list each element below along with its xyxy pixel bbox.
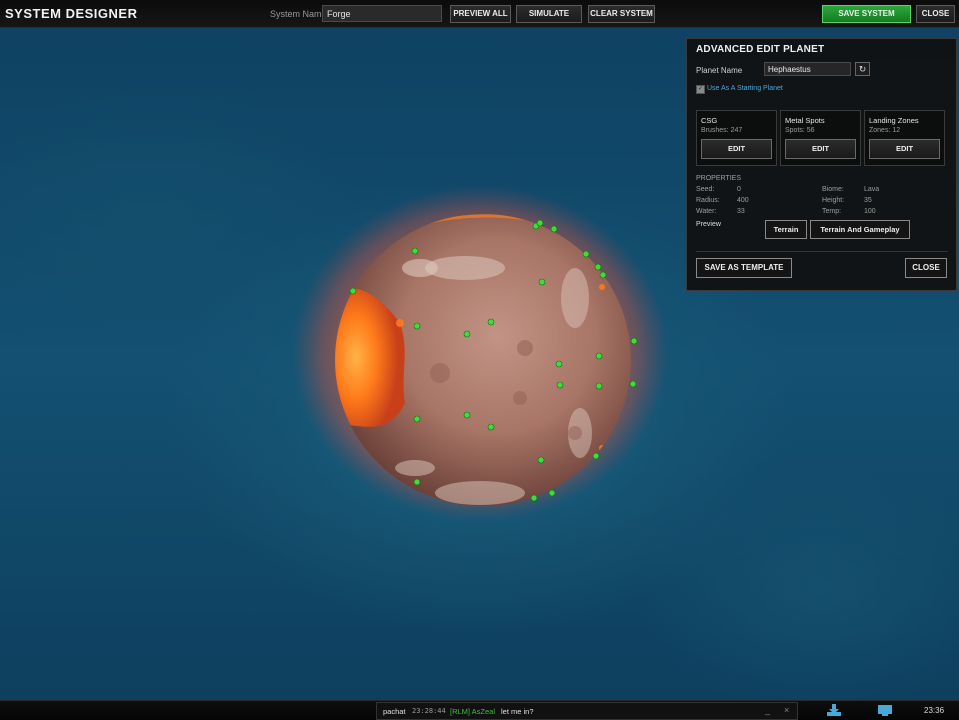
preview-all-button[interactable]: PREVIEW ALL <box>450 5 511 23</box>
metal-spot-marker[interactable] <box>530 494 538 502</box>
advanced-edit-planet-panel: ADVANCED EDIT PLANET Planet Name ↻ ✓ Use… <box>686 38 957 291</box>
preview-label: Preview <box>696 221 721 228</box>
metal-spot-marker[interactable] <box>599 271 607 279</box>
metal-spot-marker[interactable] <box>349 287 357 295</box>
metal-spot-marker[interactable] <box>536 219 544 227</box>
prop-seed-value: 0 <box>737 186 741 193</box>
csg-section: CSG Brushes: 247 EDIT <box>696 110 777 166</box>
metal-spot-marker[interactable] <box>582 250 590 258</box>
metal-spots-title: Metal Spots <box>785 116 825 125</box>
metal-spot-marker[interactable] <box>413 322 421 330</box>
prop-biome-value: Lava <box>864 186 880 193</box>
save-system-button[interactable]: SAVE SYSTEM <box>822 5 911 23</box>
clock: 23:36 <box>924 706 945 715</box>
metal-spot-marker[interactable] <box>595 382 603 390</box>
metal-spot-marker[interactable] <box>413 415 421 423</box>
crater <box>517 340 533 356</box>
prop-temp-value: 100 <box>864 208 876 215</box>
metal-spot-marker[interactable] <box>548 489 556 497</box>
randomize-name-button[interactable]: ↻ <box>855 62 870 76</box>
prop-biome-label: Biome: <box>822 186 844 193</box>
prop-water-value: 33 <box>737 208 745 215</box>
starting-planet-label[interactable]: Use As A Starting Planet <box>707 85 783 92</box>
landing-zones-edit-button[interactable]: EDIT <box>869 139 940 159</box>
prop-temp-label: Temp: <box>822 208 842 215</box>
refresh-icon: ↻ <box>858 64 867 74</box>
prop-height-value: 35 <box>864 197 872 204</box>
rock-ridge <box>561 268 589 328</box>
crater <box>430 363 450 383</box>
save-as-template-button[interactable]: SAVE AS TEMPLATE <box>696 258 792 278</box>
close-designer-button[interactable]: CLOSE <box>916 5 955 23</box>
metal-spot-marker[interactable] <box>411 247 419 255</box>
chat-sender[interactable]: [RLM] AsZeal <box>450 707 495 716</box>
metal-spots-section: Metal Spots Spots: 56 EDIT <box>780 110 861 166</box>
metal-spot-marker[interactable] <box>555 360 563 368</box>
metal-spot-marker[interactable] <box>487 318 495 326</box>
app-title: SYSTEM DESIGNER <box>5 6 138 21</box>
close-panel-button[interactable]: CLOSE <box>905 258 947 278</box>
planet-viewport[interactable] <box>290 183 670 523</box>
prop-seed-label: Seed: <box>696 186 715 193</box>
csg-edit-button[interactable]: EDIT <box>701 139 772 159</box>
metal-spot-marker[interactable] <box>630 337 638 345</box>
simulate-button[interactable]: SIMULATE <box>516 5 582 23</box>
chat-message: let me in? <box>501 707 534 716</box>
rock-ridge <box>435 481 525 505</box>
system-name-input[interactable] <box>322 5 442 22</box>
metal-spot-marker[interactable] <box>550 225 558 233</box>
chat-box[interactable]: pachat 23:28:44 [RLM] AsZeal let me in? … <box>376 702 798 720</box>
metal-spot-marker[interactable] <box>629 380 637 388</box>
monitor-icon[interactable] <box>877 704 893 717</box>
metal-spot-marker[interactable] <box>463 411 471 419</box>
top-bar: SYSTEM DESIGNER System Name: PREVIEW ALL… <box>0 0 959 28</box>
metal-spot-marker[interactable] <box>538 278 546 286</box>
panel-divider <box>696 251 948 252</box>
planet-name-input[interactable] <box>764 62 851 76</box>
chat-close-icon[interactable]: × <box>784 705 789 715</box>
download-icon[interactable] <box>826 704 842 717</box>
lava-spot <box>599 284 605 290</box>
prop-radius-value: 400 <box>737 197 749 204</box>
metal-spot-marker[interactable] <box>556 381 564 389</box>
prop-water-label: Water: <box>696 208 717 215</box>
rock-ridge <box>402 259 438 277</box>
crater <box>568 426 582 440</box>
csg-title: CSG <box>701 116 718 125</box>
landing-zones-section: Landing Zones Zones: 12 EDIT <box>864 110 945 166</box>
crater <box>513 391 527 405</box>
starting-planet-checkbox[interactable]: ✓ <box>696 85 705 94</box>
chat-timestamp: 23:28:44 <box>412 707 446 715</box>
chat-minimize-icon[interactable]: _ <box>765 705 770 715</box>
metal-spots-edit-button[interactable]: EDIT <box>785 139 856 159</box>
properties-title: PROPERTIES <box>696 175 741 182</box>
checkmark-icon: ✓ <box>697 86 704 92</box>
prop-height-label: Height: <box>822 197 845 204</box>
metal-spot-marker[interactable] <box>463 330 471 338</box>
chat-channel: pachat <box>383 707 406 716</box>
metal-spots-stat: Spots: 56 <box>785 127 815 134</box>
panel-title: ADVANCED EDIT PLANET <box>696 44 825 55</box>
planet-name-label: Planet Name <box>696 66 743 75</box>
metal-spot-marker[interactable] <box>537 456 545 464</box>
rock-ridge <box>395 460 435 476</box>
prop-radius-label: Radius: <box>696 197 720 204</box>
landing-zones-stat: Zones: 12 <box>869 127 901 134</box>
metal-spot-marker[interactable] <box>594 263 602 271</box>
planet-hephaestus[interactable] <box>290 183 670 523</box>
csg-stat: Brushes: 247 <box>701 127 743 134</box>
lava-spot <box>396 319 404 327</box>
preview-terrain-gameplay-button[interactable]: Terrain And Gameplay <box>810 220 910 239</box>
preview-terrain-button[interactable]: Terrain <box>765 220 807 239</box>
landing-zones-title: Landing Zones <box>869 116 919 125</box>
metal-spot-marker[interactable] <box>487 423 495 431</box>
metal-spot-marker[interactable] <box>592 452 600 460</box>
clear-system-button[interactable]: CLEAR SYSTEM <box>588 5 655 23</box>
metal-spot-marker[interactable] <box>595 352 603 360</box>
metal-spot-marker[interactable] <box>413 478 421 486</box>
system-name-label: System Name: <box>270 9 330 19</box>
